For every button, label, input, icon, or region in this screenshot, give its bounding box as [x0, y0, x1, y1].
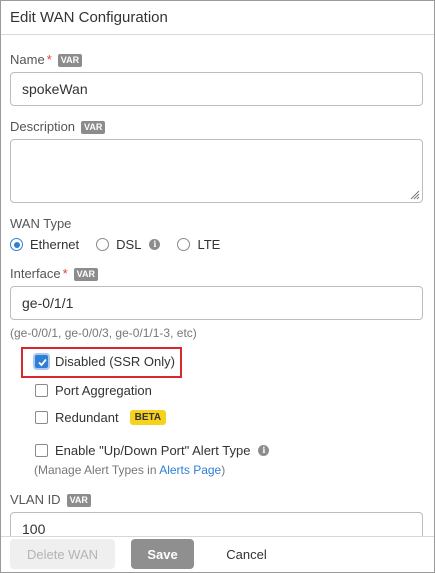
dialog-footer: Delete WAN Save Cancel	[1, 536, 434, 572]
info-icon[interactable]: i	[258, 445, 270, 456]
name-input[interactable]: spokeWan	[10, 72, 423, 106]
name-input-value: spokeWan	[22, 81, 88, 97]
var-badge: VAR	[81, 121, 106, 134]
interface-input-value: ge-0/1/1	[22, 295, 74, 311]
interface-input[interactable]: ge-0/1/1	[10, 286, 423, 320]
wan-type-radio-group: Ethernet DSL i LTE	[10, 237, 237, 252]
port-aggregation-checkbox-row[interactable]: Port Aggregation	[35, 383, 152, 398]
var-badge: VAR	[66, 494, 91, 507]
cancel-button[interactable]: Cancel	[215, 539, 278, 569]
port-aggregation-label: Port Aggregation	[55, 383, 152, 398]
alert-hint: (Manage Alert Types in Alerts Page)	[34, 463, 226, 477]
required-asterisk: *	[46, 52, 52, 67]
radio-selected-icon[interactable]	[10, 238, 23, 251]
delete-wan-button[interactable]: Delete WAN	[10, 539, 115, 569]
vlan-id-label: VLAN ID VAR	[10, 492, 91, 507]
vlan-id-input[interactable]: 100	[10, 512, 423, 536]
alert-label: Enable "Up/Down Port" Alert Type	[55, 443, 251, 458]
radio-icon[interactable]	[96, 238, 110, 251]
redundant-checkbox-row[interactable]: Redundant BETA	[35, 410, 167, 425]
alert-checkbox-row[interactable]: Enable "Up/Down Port" Alert Type i	[35, 443, 270, 458]
radio-icon[interactable]	[177, 238, 191, 251]
dialog-header: Edit WAN Configuration	[1, 1, 434, 35]
vlan-id-value: 100	[22, 521, 46, 536]
interface-hint: (ge-0/0/1, ge-0/0/3, ge-0/1/1-3, etc)	[10, 326, 197, 340]
wan-type-label: WAN Type	[10, 216, 72, 231]
name-label: Name * VAR	[10, 52, 83, 67]
info-icon[interactable]: i	[149, 239, 161, 250]
beta-badge: BETA	[129, 410, 167, 425]
wan-type-lte-option[interactable]: LTE	[177, 237, 220, 252]
checkbox-icon[interactable]	[35, 411, 48, 424]
required-asterisk: *	[62, 266, 68, 281]
edit-wan-dialog: Edit WAN Configuration Name * VAR spokeWan…	[0, 0, 435, 573]
alerts-page-link[interactable]: Alerts Page	[159, 463, 221, 477]
save-button[interactable]: Save	[131, 539, 194, 569]
resize-handle-icon[interactable]	[410, 190, 420, 200]
interface-label: Interface * VAR	[10, 266, 98, 281]
var-badge: VAR	[57, 54, 83, 67]
checkbox-icon[interactable]	[35, 444, 48, 457]
disabled-checkbox-row[interactable]: Disabled (SSR Only)	[35, 354, 175, 369]
checkbox-checked-icon[interactable]	[35, 355, 48, 368]
var-badge: VAR	[73, 268, 98, 281]
dialog-title: Edit WAN Configuration	[10, 9, 168, 26]
redundant-label: Redundant	[55, 410, 119, 425]
dialog-body: Name * VAR spokeWan Description VAR WAN Typ…	[1, 35, 434, 536]
wan-type-ethernet-option[interactable]: Ethernet	[10, 237, 79, 252]
description-textarea[interactable]	[10, 139, 423, 203]
wan-type-dsl-option[interactable]: DSL i	[96, 237, 161, 252]
description-label: Description VAR	[10, 119, 106, 134]
disabled-label: Disabled (SSR Only)	[55, 354, 175, 369]
checkbox-icon[interactable]	[35, 384, 48, 397]
